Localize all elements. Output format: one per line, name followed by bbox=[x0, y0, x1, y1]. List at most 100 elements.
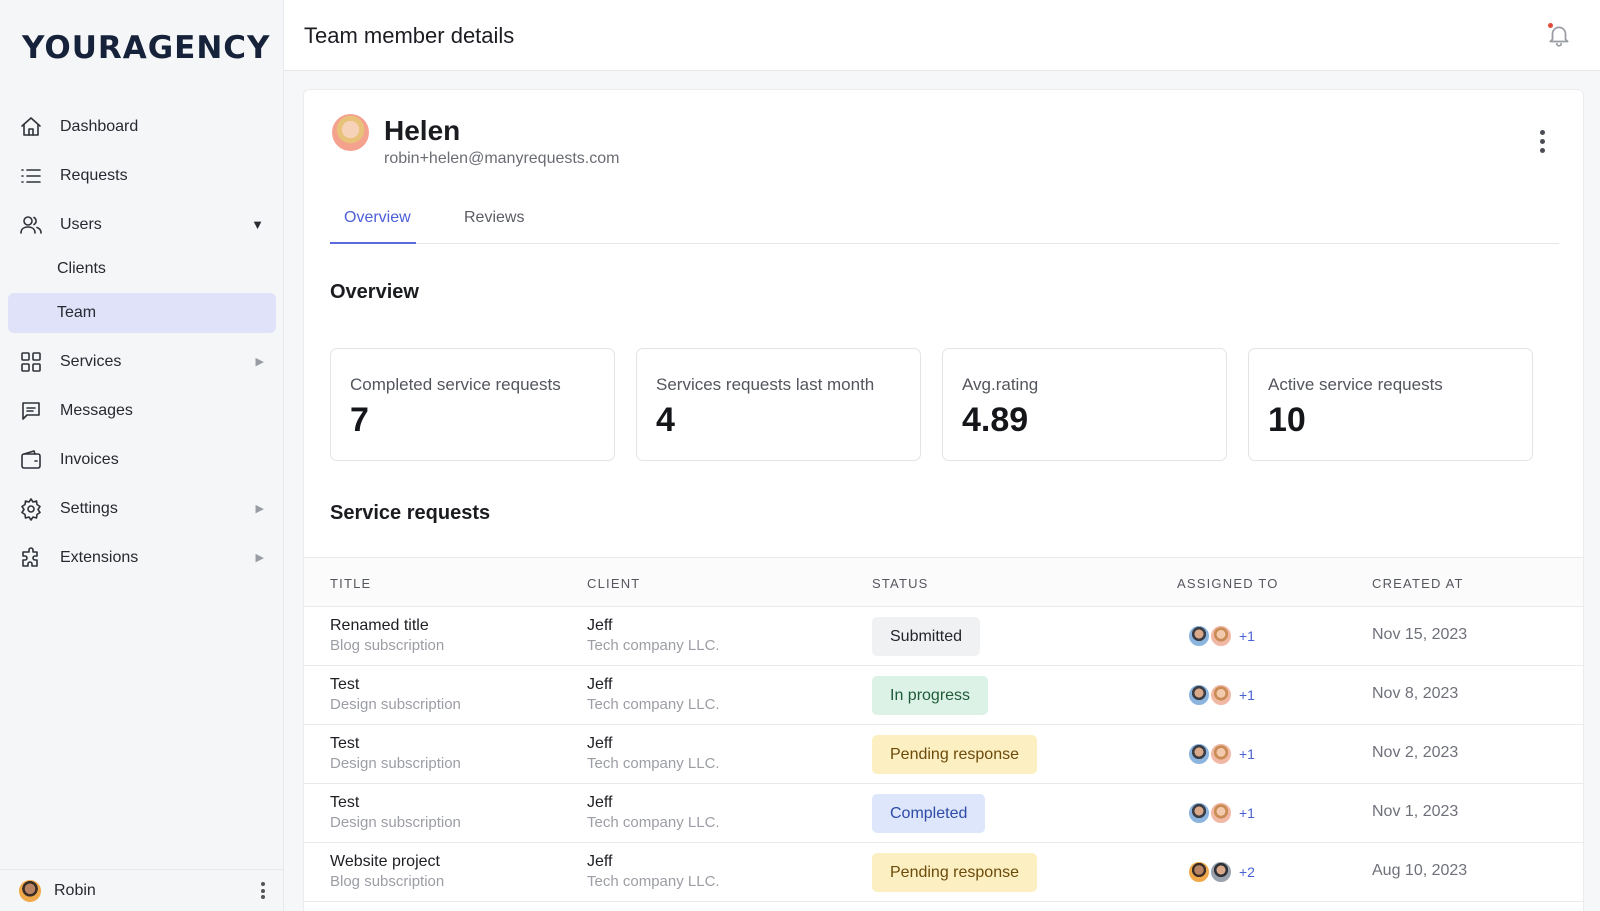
client-cell: Jeff Tech company LLC. bbox=[587, 616, 720, 657]
sidebar-item-requests[interactable]: Requests bbox=[8, 151, 276, 200]
assigned-avatars[interactable]: +1 bbox=[1187, 801, 1255, 825]
overview-title: Overview bbox=[330, 281, 419, 303]
sidebar-item-settings[interactable]: Settings ▶ bbox=[8, 484, 276, 533]
client-cell: Jeff Tech company LLC. bbox=[587, 793, 720, 834]
assigned-avatars[interactable]: +1 bbox=[1187, 624, 1255, 648]
avatar bbox=[1187, 683, 1211, 707]
grid-icon bbox=[19, 350, 43, 374]
column-header-client[interactable]: CLIENT bbox=[587, 576, 640, 591]
created-date: Aug 10, 2023 bbox=[1372, 862, 1468, 879]
active-tab-indicator bbox=[330, 242, 416, 244]
avatar bbox=[1209, 742, 1233, 766]
sidebar-item-clients[interactable]: Clients bbox=[8, 249, 276, 289]
column-header-created[interactable]: CREATED AT bbox=[1372, 576, 1464, 591]
sidebar-item-label: Requests bbox=[60, 166, 128, 184]
request-title-cell: Website project Blog subscription bbox=[330, 852, 444, 893]
current-user-name: Robin bbox=[54, 881, 96, 899]
member-details-card: Helen robin+helen@manyrequests.com Overv… bbox=[303, 89, 1584, 911]
page-title: Team member details bbox=[304, 23, 515, 48]
table-row[interactable]: Test Design subscription Jeff Tech compa… bbox=[304, 725, 1583, 784]
request-title-cell: Test Design subscription bbox=[330, 793, 461, 834]
assigned-avatars[interactable]: +1 bbox=[1187, 683, 1255, 707]
request-subtitle: Design subscription bbox=[330, 696, 461, 713]
request-title[interactable]: Test bbox=[330, 734, 461, 753]
sidebar-item-extensions[interactable]: Extensions ▶ bbox=[8, 533, 276, 582]
request-subtitle: Design subscription bbox=[330, 755, 461, 772]
client-name: Jeff bbox=[587, 794, 613, 811]
current-user[interactable]: Robin bbox=[0, 869, 284, 911]
tab-reviews[interactable]: Reviews bbox=[464, 209, 524, 227]
stat-value: 10 bbox=[1268, 401, 1306, 439]
assigned-more-count: +1 bbox=[1239, 746, 1255, 762]
request-subtitle: Blog subscription bbox=[330, 873, 445, 890]
sidebar-item-messages[interactable]: Messages bbox=[8, 386, 276, 435]
more-vertical-icon[interactable] bbox=[261, 882, 265, 902]
created-date: Nov 2, 2023 bbox=[1372, 744, 1459, 761]
sidebar-item-label: Users bbox=[60, 215, 102, 233]
sidebar: YOURAGENCY Dashboard Requests Users ▼ Cl… bbox=[0, 0, 284, 911]
sidebar-item-services[interactable]: Services ▶ bbox=[8, 337, 276, 386]
column-header-status[interactable]: STATUS bbox=[872, 576, 929, 591]
request-title-cell: Renamed title Blog subscription bbox=[330, 616, 444, 657]
chevron-down-icon: ▼ bbox=[251, 217, 264, 232]
avatar bbox=[1187, 801, 1211, 825]
avatar bbox=[1209, 683, 1233, 707]
client-name: Jeff bbox=[587, 617, 613, 634]
client-name: Jeff bbox=[587, 735, 613, 752]
created-date: Nov 15, 2023 bbox=[1372, 626, 1468, 643]
client-cell: Jeff Tech company LLC. bbox=[587, 675, 720, 716]
sidebar-item-label: Dashboard bbox=[60, 117, 139, 135]
status-badge: In progress bbox=[872, 676, 989, 715]
assigned-avatars[interactable]: +1 bbox=[1187, 742, 1255, 766]
column-header-assigned[interactable]: ASSIGNED TO bbox=[1177, 576, 1279, 591]
table-row[interactable]: Renamed title Blog subscription Jeff Tec… bbox=[304, 607, 1583, 666]
more-vertical-icon[interactable] bbox=[1540, 130, 1545, 157]
stat-card: Avg.rating 4.89 bbox=[942, 348, 1227, 461]
stat-card: Active service requests 10 bbox=[1248, 348, 1533, 461]
avatar bbox=[332, 114, 369, 151]
stat-value: 4.89 bbox=[962, 401, 1029, 439]
request-title[interactable]: Test bbox=[330, 675, 461, 694]
client-company: Tech company LLC. bbox=[587, 873, 720, 890]
stat-card: Completed service requests 7 bbox=[330, 348, 615, 461]
sidebar-item-label: Invoices bbox=[60, 450, 119, 468]
status-badge: Pending response bbox=[872, 735, 1037, 774]
assigned-avatars[interactable]: +2 bbox=[1187, 860, 1255, 884]
avatar bbox=[1209, 624, 1233, 648]
wallet-icon bbox=[19, 448, 43, 472]
stat-value: 7 bbox=[350, 401, 369, 439]
table-row[interactable]: Test Design subscription Jeff Tech compa… bbox=[304, 784, 1583, 843]
puzzle-icon bbox=[19, 546, 43, 570]
assigned-more-count: +1 bbox=[1239, 687, 1255, 703]
request-title[interactable]: Renamed title bbox=[330, 616, 444, 635]
avatar bbox=[1187, 742, 1211, 766]
sidebar-item-users[interactable]: Users ▼ bbox=[8, 200, 276, 249]
avatar bbox=[1187, 860, 1211, 884]
request-title[interactable]: Website project bbox=[330, 852, 444, 871]
app-logo[interactable]: YOURAGENCY bbox=[22, 30, 271, 66]
sidebar-item-team[interactable]: Team bbox=[8, 293, 276, 333]
assigned-more-count: +1 bbox=[1239, 805, 1255, 821]
client-company: Tech company LLC. bbox=[587, 814, 720, 831]
tab-overview[interactable]: Overview bbox=[344, 209, 411, 227]
chevron-right-icon: ▶ bbox=[255, 552, 264, 564]
assigned-more-count: +1 bbox=[1239, 628, 1255, 644]
tab-bar: Overview Reviews bbox=[330, 196, 1559, 244]
column-header-title[interactable]: TITLE bbox=[330, 576, 371, 591]
status-badge: Completed bbox=[872, 794, 986, 833]
table-row[interactable]: Test Design subscription Jeff Tech compa… bbox=[304, 666, 1583, 725]
bell-icon[interactable] bbox=[1546, 22, 1572, 48]
gear-icon bbox=[19, 497, 43, 521]
client-company: Tech company LLC. bbox=[587, 696, 720, 713]
avatar bbox=[1187, 624, 1211, 648]
sidebar-item-label: Settings bbox=[60, 499, 118, 517]
table-row[interactable]: Website project Blog subscription Jeff T… bbox=[304, 843, 1583, 902]
sidebar-item-label: Services bbox=[60, 352, 122, 370]
request-title-cell: Test Design subscription bbox=[330, 734, 461, 775]
sidebar-item-invoices[interactable]: Invoices bbox=[8, 435, 276, 484]
avatar bbox=[1209, 801, 1233, 825]
sidebar-item-dashboard[interactable]: Dashboard bbox=[8, 102, 276, 151]
stat-label: Avg.rating bbox=[962, 375, 1039, 394]
stat-card: Services requests last month 4 bbox=[636, 348, 921, 461]
request-title[interactable]: Test bbox=[330, 793, 461, 812]
